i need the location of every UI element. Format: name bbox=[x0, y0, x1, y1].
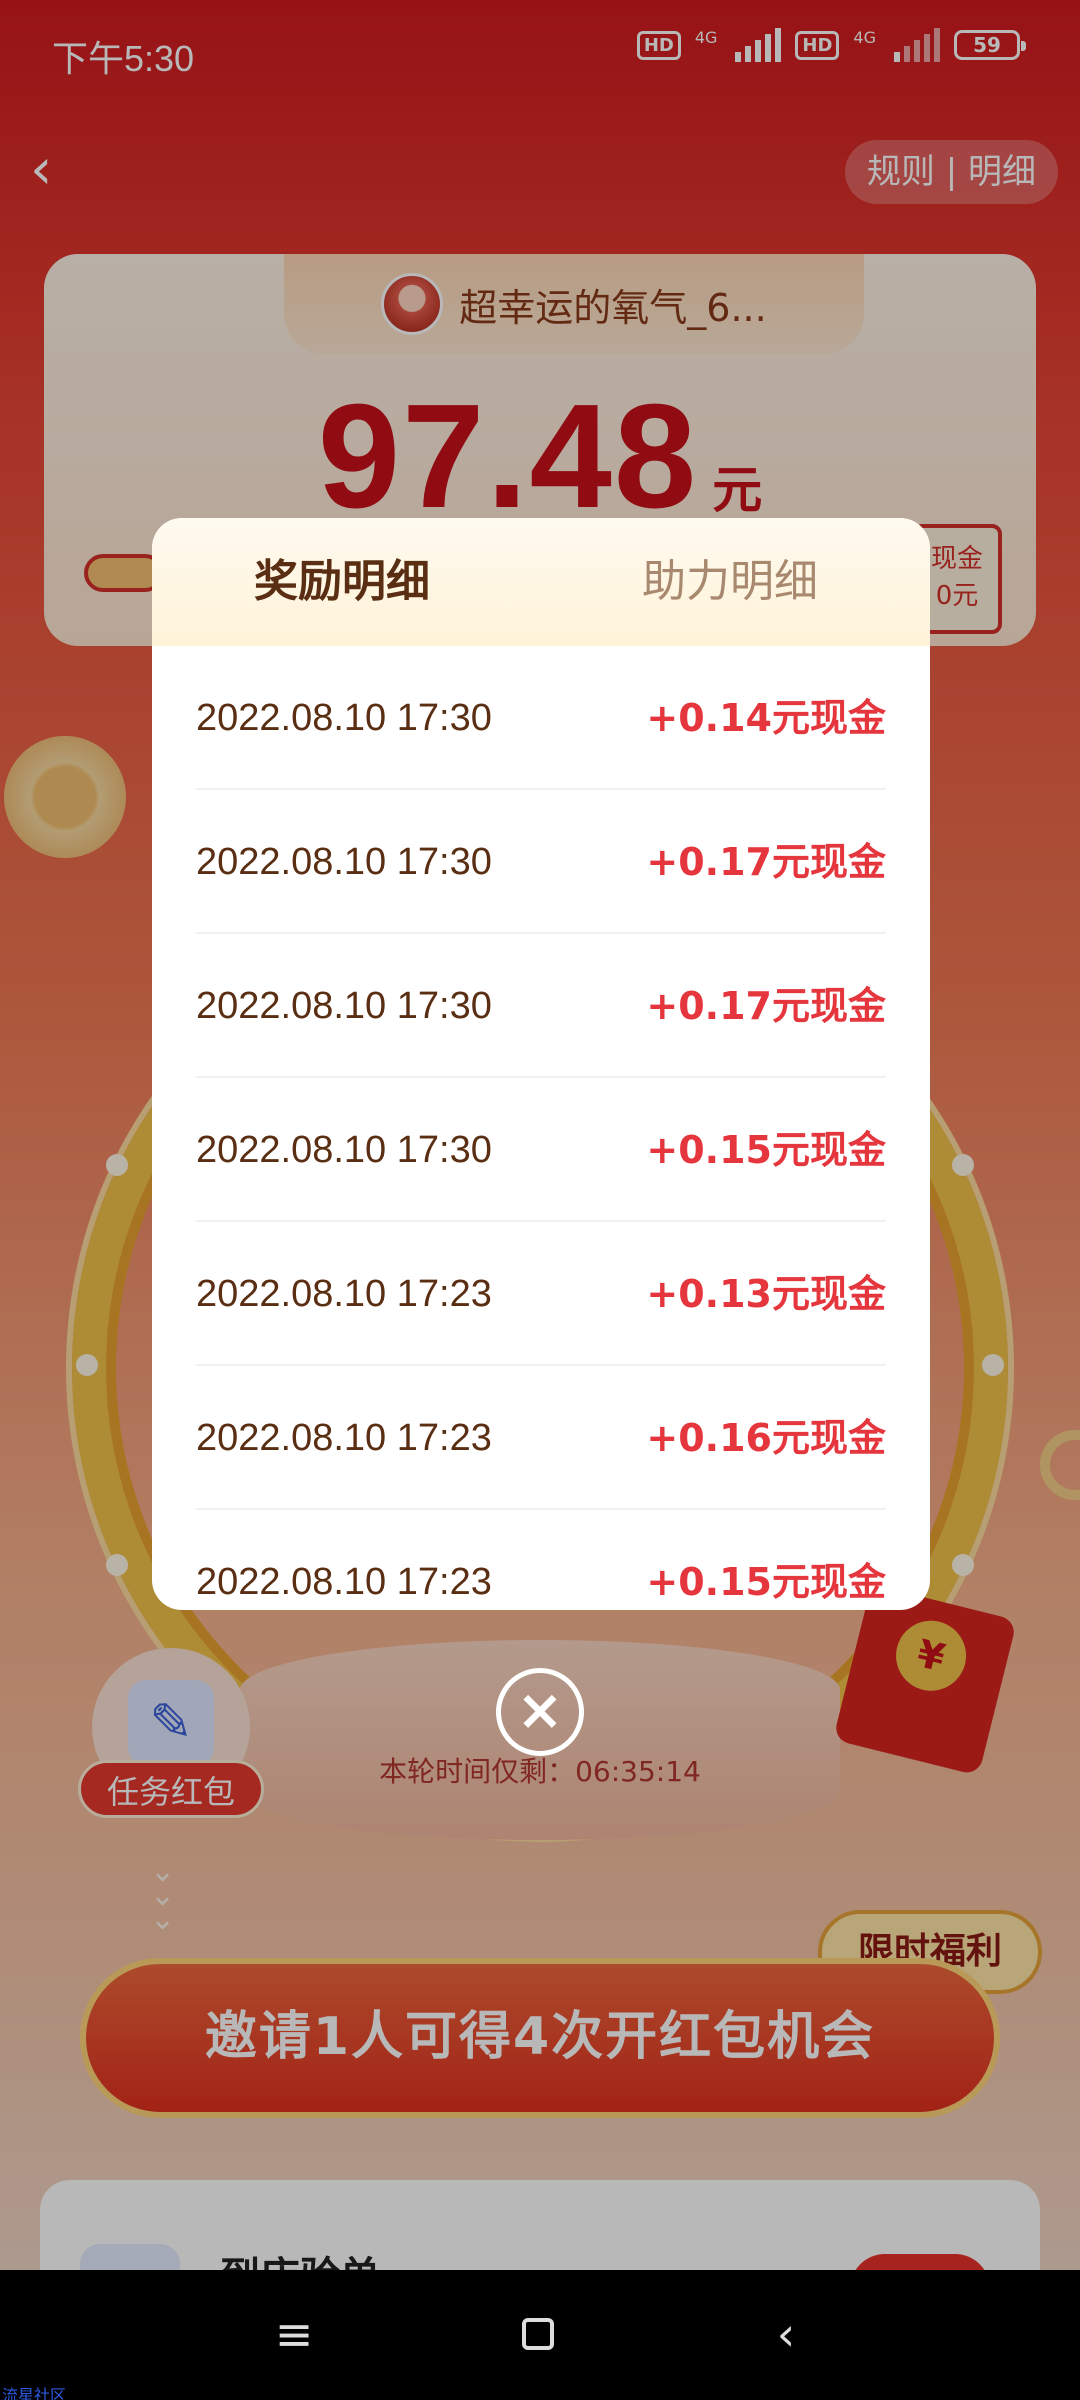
watermark-text: 流星社区 bbox=[2, 2386, 67, 2400]
row-time: 2022.08.10 17:30 bbox=[196, 1129, 492, 1171]
tab-assist-detail[interactable]: 助力明细 bbox=[642, 518, 818, 646]
close-icon[interactable]: × bbox=[496, 1668, 584, 1756]
back-icon[interactable]: ‹ bbox=[756, 2304, 816, 2364]
row-time: 2022.08.10 17:30 bbox=[196, 697, 492, 739]
list-item: 2022.08.10 17:23 +0.13元现金 bbox=[196, 1222, 886, 1366]
list-item: 2022.08.10 17:30 +0.17元现金 bbox=[196, 790, 886, 934]
list-item: 2022.08.10 17:30 +0.17元现金 bbox=[196, 934, 886, 1078]
row-time: 2022.08.10 17:23 bbox=[196, 1561, 492, 1603]
reward-list[interactable]: 2022.08.10 17:30 +0.14元现金 2022.08.10 17:… bbox=[196, 646, 886, 1610]
row-time: 2022.08.10 17:30 bbox=[196, 841, 492, 883]
home-square-shape bbox=[522, 2318, 554, 2350]
list-item: 2022.08.10 17:30 +0.14元现金 bbox=[196, 646, 886, 790]
row-amount: +0.14元现金 bbox=[646, 696, 886, 740]
reward-detail-modal: 奖励明细 助力明细 2022.08.10 17:30 +0.14元现金 2022… bbox=[152, 518, 930, 1610]
row-amount: +0.17元现金 bbox=[646, 840, 886, 884]
menu-icon[interactable]: ≡ bbox=[264, 2304, 324, 2364]
row-time: 2022.08.10 17:23 bbox=[196, 1417, 492, 1459]
system-nav-bar: ≡ ‹ bbox=[0, 2270, 1080, 2400]
row-amount: +0.15元现金 bbox=[646, 1128, 886, 1172]
row-amount: +0.13元现金 bbox=[646, 1272, 886, 1316]
row-time: 2022.08.10 17:30 bbox=[196, 985, 492, 1027]
modal-tabs: 奖励明细 助力明细 bbox=[152, 518, 930, 646]
list-item: 2022.08.10 17:23 +0.16元现金 bbox=[196, 1366, 886, 1510]
tab-reward-detail[interactable]: 奖励明细 bbox=[254, 518, 430, 646]
row-amount: +0.16元现金 bbox=[646, 1416, 886, 1460]
row-time: 2022.08.10 17:23 bbox=[196, 1273, 492, 1315]
row-amount: +0.17元现金 bbox=[646, 984, 886, 1028]
row-amount: +0.15元现金 bbox=[646, 1560, 886, 1604]
list-item: 2022.08.10 17:30 +0.15元现金 bbox=[196, 1078, 886, 1222]
list-item: 2022.08.10 17:23 +0.15元现金 bbox=[196, 1510, 886, 1610]
home-icon[interactable] bbox=[508, 2304, 568, 2364]
